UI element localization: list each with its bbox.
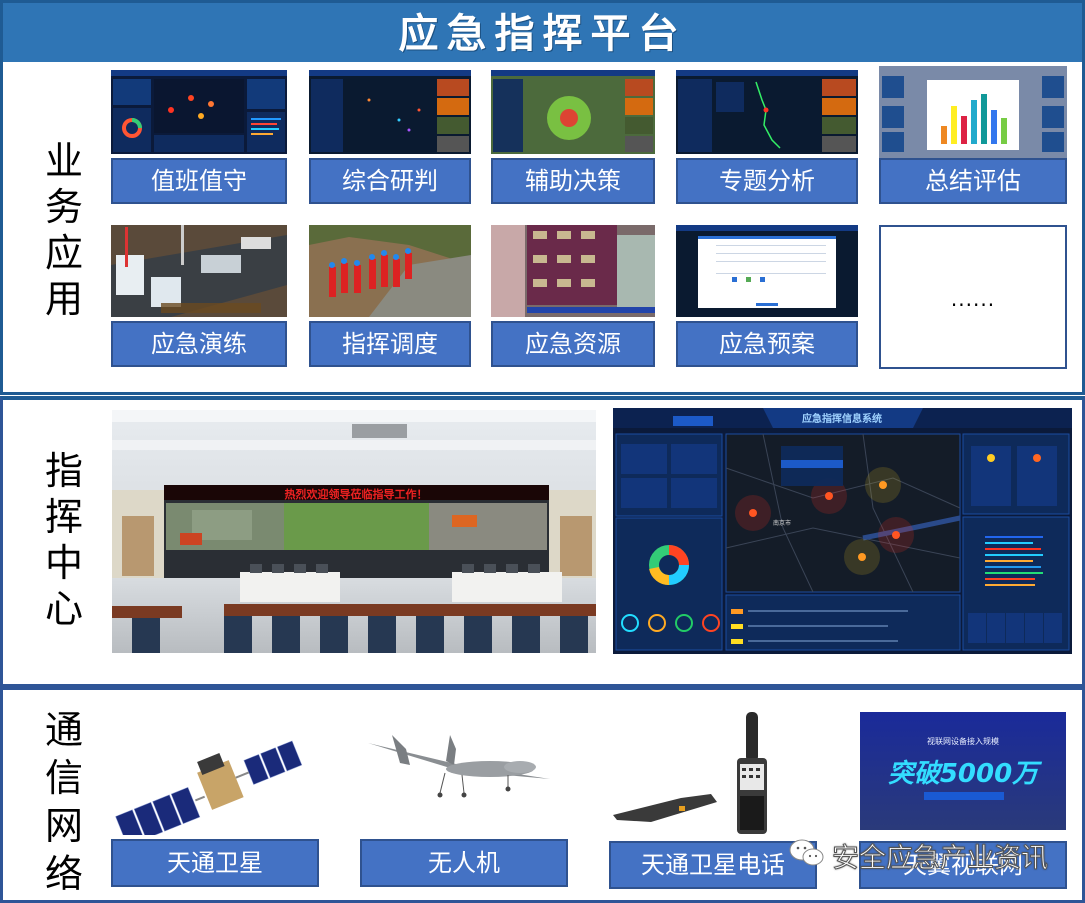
- topic-analysis-button[interactable]: 专题分析: [676, 158, 858, 204]
- duty-button[interactable]: 值班值守: [111, 158, 287, 204]
- satellite-map-thumbnail: [491, 70, 655, 154]
- video-network-poster-icon: 视联网设备接入规模 突破5000万: [860, 712, 1066, 830]
- label-char: 心: [44, 587, 83, 631]
- title-bar: 应急指挥平台: [0, 0, 1085, 64]
- label-char: 业: [44, 139, 83, 183]
- command-room-photo: 热烈欢迎领导莅临指导工作！: [112, 410, 596, 653]
- satellite-button[interactable]: 天通卫星: [111, 839, 319, 887]
- rescue-workers-thumbnail: [309, 225, 471, 317]
- label-char: 络: [44, 852, 83, 896]
- welcome-banner-text: 热烈欢迎领导莅临指导工作！: [285, 487, 428, 501]
- label-char: 用: [44, 277, 83, 321]
- card-plan[interactable]: 应急预案: [676, 225, 858, 367]
- command-system-dashboard: 应急指挥信息系统 南京市: [613, 408, 1072, 654]
- map-thumbnail: [309, 70, 471, 154]
- satellite-phone-icon: [613, 712, 767, 834]
- satellite-phone-button[interactable]: 天通卫星电话: [609, 841, 817, 889]
- card-analysis[interactable]: 综合研判: [309, 70, 471, 204]
- drill-button[interactable]: 应急演练: [111, 321, 287, 367]
- drone-button[interactable]: 无人机: [360, 839, 568, 887]
- dispatch-button[interactable]: 指挥调度: [309, 321, 471, 367]
- card-topic[interactable]: 专题分析: [676, 70, 858, 204]
- label-char: 网: [44, 804, 83, 848]
- dashboard-thumbnail: [111, 70, 287, 154]
- plan-button[interactable]: 应急预案: [676, 321, 858, 367]
- wechat-icon: [789, 839, 824, 866]
- map-screenshot-icon: [309, 70, 471, 154]
- label-char: 应: [44, 231, 83, 275]
- card-duty[interactable]: 值班值守: [111, 70, 287, 204]
- command-dashboard-screenshot: 应急指挥信息系统 南京市: [613, 408, 1072, 654]
- poster-subtitle: 视联网设备接入规模: [927, 736, 999, 746]
- more-items-box[interactable]: ......: [879, 225, 1067, 369]
- decision-button[interactable]: 辅助决策: [491, 158, 655, 204]
- watermark-text: 安全应急产业资讯: [832, 843, 1049, 875]
- map-city-label: 南京市: [773, 519, 791, 527]
- 3d-bar-chart-screenshot-icon: [879, 66, 1067, 158]
- evaluation-button[interactable]: 总结评估: [879, 158, 1067, 204]
- card-satellite-phone[interactable]: 天通卫星电话: [609, 710, 817, 889]
- poster-headline: 突破5000万: [888, 759, 1042, 789]
- card-satellite[interactable]: 天通卫星: [111, 735, 319, 889]
- route-map-screenshot-icon: [676, 70, 858, 154]
- card-resources[interactable]: 应急资源: [491, 225, 655, 367]
- card-drill[interactable]: 应急演练: [111, 225, 287, 367]
- label-char: 中: [44, 541, 83, 585]
- card-drone[interactable]: 无人机: [360, 735, 568, 889]
- drone-icon: [368, 735, 550, 798]
- label-char: 挥: [44, 495, 83, 539]
- warehouse-supplies-photo-icon: [491, 225, 655, 317]
- dashboard-screenshot-icon: [111, 70, 287, 154]
- bar-chart-thumbnail: [879, 66, 1067, 158]
- section-label-command: 指 挥 中 心: [39, 448, 89, 632]
- resources-button[interactable]: 应急资源: [491, 321, 655, 367]
- section-label-network: 通 信 网 络: [39, 706, 89, 898]
- card-decision[interactable]: 辅助决策: [491, 70, 655, 204]
- label-char: 务: [44, 185, 83, 229]
- ellipsis-text: ......: [950, 287, 996, 311]
- card-dispatch[interactable]: 指挥调度: [309, 225, 471, 367]
- label-char: 指: [44, 449, 83, 493]
- label-char: 信: [44, 756, 83, 800]
- label-char: 通: [44, 708, 83, 752]
- rescue-workers-photo-icon: [309, 225, 471, 317]
- plan-form-screenshot-icon: [676, 225, 858, 317]
- page-title: 应急指挥平台: [398, 11, 687, 57]
- satellite-map-screenshot-icon: [491, 70, 655, 154]
- route-map-thumbnail: [676, 70, 858, 154]
- chemical-plant-3d-model-icon: [111, 225, 287, 317]
- satellite-icon: [115, 740, 303, 835]
- plan-form-thumbnail: [676, 225, 858, 317]
- system-title: 应急指挥信息系统: [802, 412, 882, 425]
- warehouse-thumbnail: [491, 225, 655, 317]
- chemical-plant-thumbnail: [111, 225, 287, 317]
- command-room-image: 热烈欢迎领导莅临指导工作！: [112, 410, 596, 653]
- section-label-business: 业 务 应 用: [39, 138, 89, 322]
- analysis-button[interactable]: 综合研判: [309, 158, 471, 204]
- card-evaluation[interactable]: 总结评估: [879, 66, 1067, 204]
